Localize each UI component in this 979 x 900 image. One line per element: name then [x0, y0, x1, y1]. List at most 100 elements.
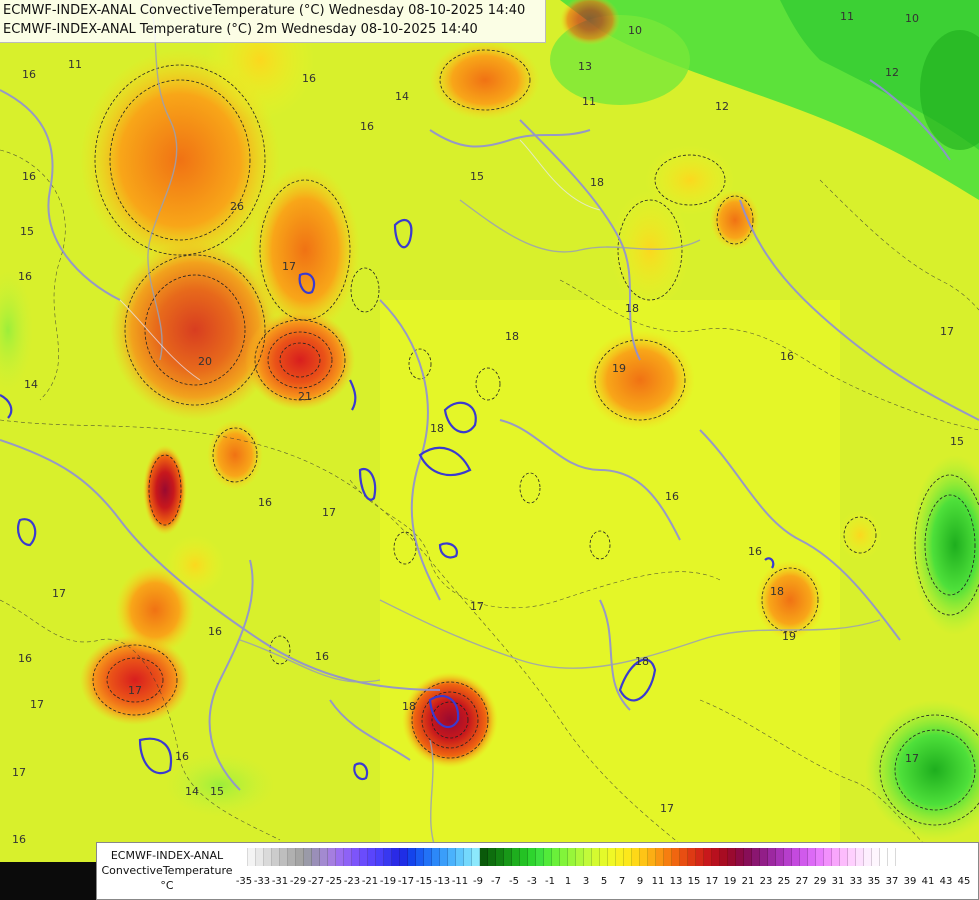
legend-swatch: [400, 848, 408, 866]
legend-tick-label: 45: [957, 876, 971, 887]
contour-label: 17: [470, 600, 484, 613]
legend-swatch: [552, 848, 560, 866]
contour-label: 16: [22, 170, 36, 183]
legend-tick-label: -25: [325, 876, 343, 887]
contour-label: 18: [625, 302, 639, 315]
contour-label: 11: [68, 58, 82, 71]
legend-swatch: [656, 848, 664, 866]
legend-model-name: ECMWF-INDEX-ANAL: [110, 849, 224, 862]
legend-tick-label: 5: [600, 876, 608, 887]
legend-swatch: [336, 848, 344, 866]
contour-label: 17: [30, 698, 44, 711]
legend-swatch: [704, 848, 712, 866]
legend-tick-label: -35: [235, 876, 253, 887]
title-convective-temperature: ECMWF-INDEX-ANAL ConvectiveTemperature (…: [3, 3, 526, 18]
contour-label: 16: [22, 68, 36, 81]
legend-tick-label: -33: [253, 876, 271, 887]
contour-label: 21: [298, 390, 312, 403]
legend-swatch: [856, 848, 864, 866]
legend-swatch: [536, 848, 544, 866]
legend-tick-label: 15: [687, 876, 701, 887]
legend-swatch: [264, 848, 272, 866]
weather-map: 1611161516141716171716151416161717181815…: [0, 0, 979, 900]
legend-tick-label: -15: [415, 876, 433, 887]
contour-label: 15: [20, 225, 34, 238]
legend-swatch: [744, 848, 752, 866]
legend-tick-label: 3: [582, 876, 590, 887]
contour-label: 16: [315, 650, 329, 663]
contour-label: 16: [18, 652, 32, 665]
legend-swatch: [664, 848, 672, 866]
legend-tick-label: -27: [307, 876, 325, 887]
contour-label: 18: [402, 700, 416, 713]
legend-tick-label: -17: [397, 876, 415, 887]
legend-tick-label: -5: [509, 876, 519, 887]
legend-swatch: [424, 848, 432, 866]
contour-label: 11: [582, 95, 596, 108]
legend-tick-label: 1: [564, 876, 572, 887]
contour-label: 16: [780, 350, 794, 363]
legend-tick-label: 21: [741, 876, 755, 887]
legend-swatch: [496, 848, 504, 866]
legend-parameter-name: ConvectiveTemperature: [101, 864, 233, 877]
legend-swatch: [864, 848, 872, 866]
legend-swatch: [736, 848, 744, 866]
legend-swatch: [352, 848, 360, 866]
legend-swatch: [672, 848, 680, 866]
legend-swatch: [832, 848, 840, 866]
legend-tick-label: 39: [903, 876, 917, 887]
contour-label: 17: [322, 506, 336, 519]
contour-label: 17: [12, 766, 26, 779]
legend-swatch: [312, 848, 320, 866]
legend-swatch: [688, 848, 696, 866]
legend-tick-label: -21: [361, 876, 379, 887]
legend-swatch: [584, 848, 592, 866]
legend-tick-label: -23: [343, 876, 361, 887]
legend-swatch: [784, 848, 792, 866]
legend-swatch: [640, 848, 648, 866]
contour-label: 18: [635, 655, 649, 668]
legend-tick-label: 17: [705, 876, 719, 887]
contour-label: 17: [282, 260, 296, 273]
legend-swatch: [320, 848, 328, 866]
legend-swatch: [848, 848, 856, 866]
legend-swatch: [760, 848, 768, 866]
legend-swatch: [376, 848, 384, 866]
legend-swatch: [544, 848, 552, 866]
legend-swatch: [600, 848, 608, 866]
legend-tick-label: 29: [813, 876, 827, 887]
legend-tick-label: 11: [651, 876, 665, 887]
legend-tick-label: 9: [636, 876, 644, 887]
contour-label: 18: [590, 176, 604, 189]
legend-swatch: [720, 848, 728, 866]
map-corner: [0, 862, 96, 900]
color-legend: ECMWF-INDEX-ANAL ConvectiveTemperature °…: [96, 842, 979, 900]
contour-label: 16: [12, 833, 26, 846]
legend-tick-label: 27: [795, 876, 809, 887]
contour-label: 15: [210, 785, 224, 798]
legend-swatch: [344, 848, 352, 866]
legend-swatch: [872, 848, 880, 866]
contour-label: 16: [18, 270, 32, 283]
legend-swatch: [392, 848, 400, 866]
legend-swatch: [648, 848, 656, 866]
contour-label: 16: [302, 72, 316, 85]
legend-swatch: [808, 848, 816, 866]
legend-swatch: [512, 848, 520, 866]
legend-swatch: [632, 848, 640, 866]
legend-swatch: [416, 848, 424, 866]
contour-label: 12: [715, 100, 729, 113]
legend-swatch: [592, 848, 600, 866]
map-title-box: ECMWF-INDEX-ANAL ConvectiveTemperature (…: [0, 0, 546, 43]
legend-swatch: [272, 848, 280, 866]
contour-label: 26: [230, 200, 244, 213]
legend-swatch: [432, 848, 440, 866]
legend-swatch: [304, 848, 312, 866]
legend-tick-label: -3: [527, 876, 537, 887]
contour-label: 12: [885, 66, 899, 79]
legend-swatch: [792, 848, 800, 866]
legend-swatch: [440, 848, 448, 866]
legend-tick-label: -19: [379, 876, 397, 887]
legend-swatch: [256, 848, 264, 866]
contour-label: 18: [770, 585, 784, 598]
